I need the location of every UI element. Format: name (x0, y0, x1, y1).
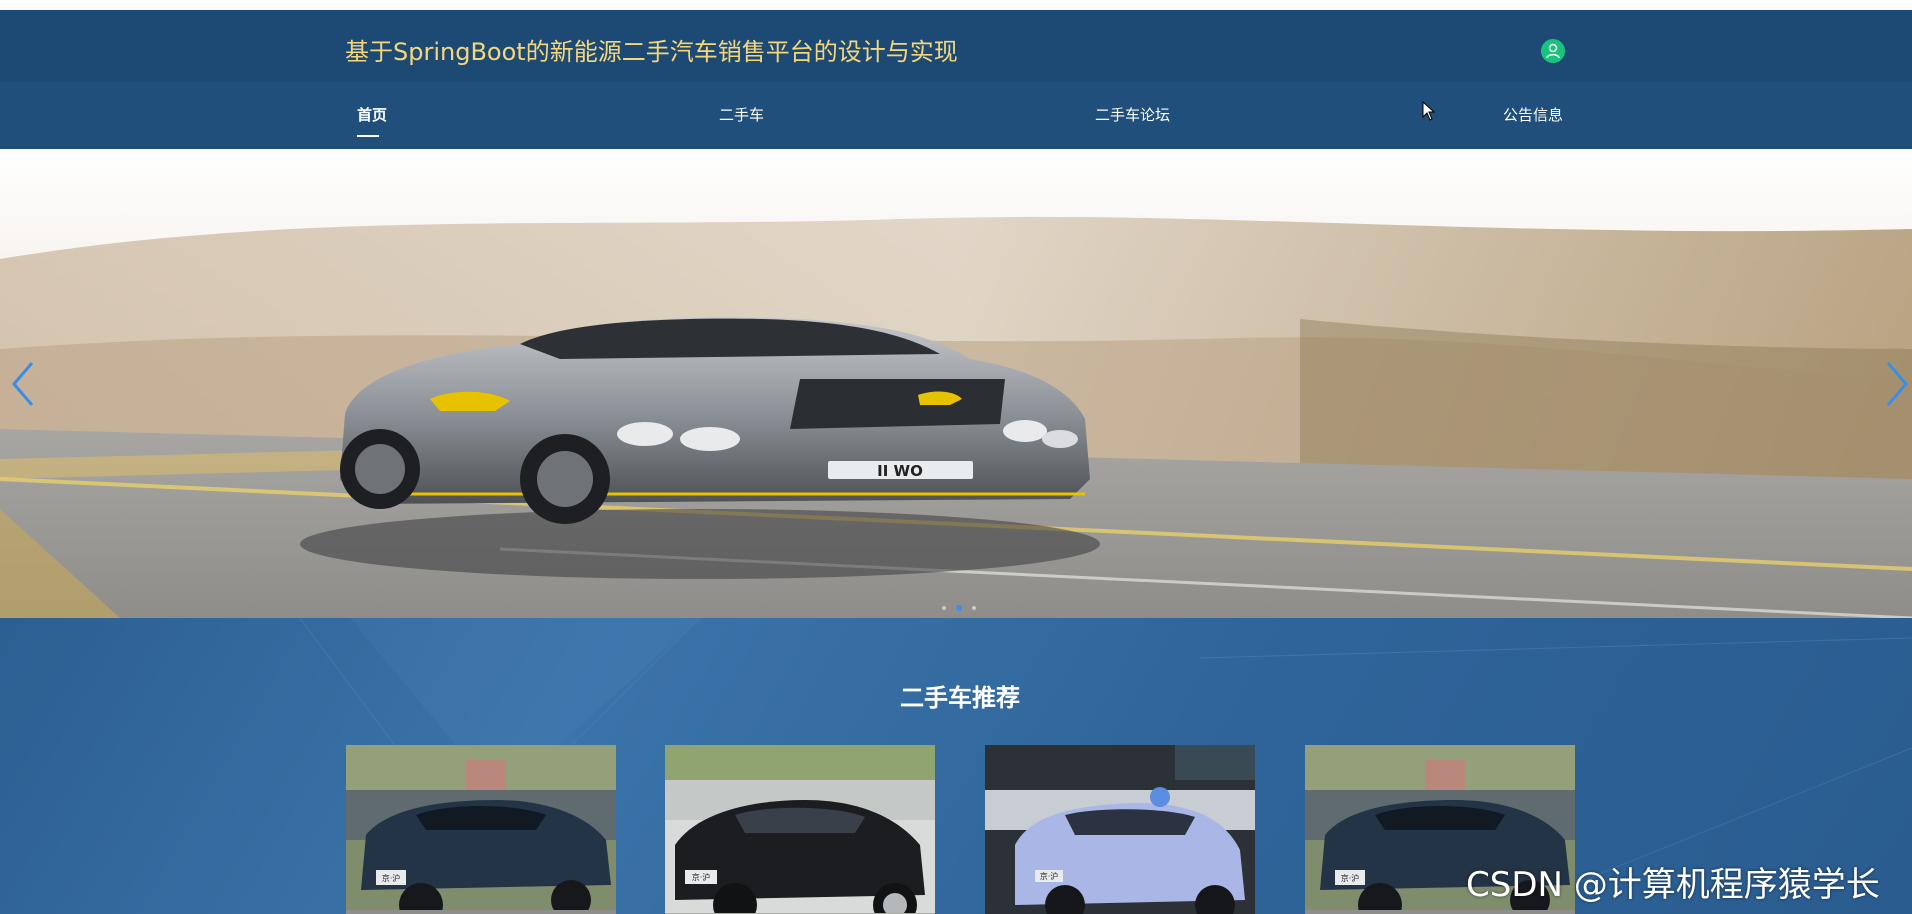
main-nav: 首页 二手车 二手车论坛 公告信息 (0, 82, 1912, 149)
banner-car-image: II WO (0, 149, 1912, 618)
carousel-dot-3[interactable] (972, 606, 976, 610)
nav-item-used-cars[interactable]: 二手车 (719, 104, 764, 125)
card-plate-text: 京·沪 (692, 872, 711, 882)
card-plate-text: 京·沪 (382, 873, 401, 883)
site-title: 基于SpringBoot的新能源二手汽车销售平台的设计与实现 (345, 38, 958, 66)
carousel-prev-button[interactable] (8, 359, 38, 409)
nav-item-forum[interactable]: 二手车论坛 (1095, 104, 1170, 125)
car-thumbnail: 京·沪 (665, 745, 935, 914)
recommend-title: 二手车推荐 (900, 684, 1020, 712)
carousel-indicators (940, 604, 980, 612)
nav-active-indicator (357, 135, 379, 137)
carousel-dot-2[interactable] (956, 605, 962, 611)
nav-item-home[interactable]: 首页 (357, 104, 387, 125)
watermark: CSDN @计算机程序猿学长 (1466, 865, 1880, 905)
page: 基于SpringBoot的新能源二手汽车销售平台的设计与实现 首页 二手车 二手… (0, 0, 1912, 914)
card-plate-text: 京·沪 (1341, 873, 1360, 883)
car-thumbnail: 京·沪 (346, 745, 616, 914)
car-thumbnail: 京·沪 (985, 745, 1255, 914)
top-strip (0, 0, 1912, 10)
car-card[interactable]: 京·沪 (665, 745, 935, 914)
carousel-dot-1[interactable] (942, 606, 946, 610)
chevron-left-icon (12, 362, 34, 406)
mouse-cursor-icon (1422, 100, 1436, 125)
carousel-next-button[interactable] (1882, 359, 1912, 409)
card-plate-text: 京·沪 (1040, 871, 1059, 881)
site-header: 基于SpringBoot的新能源二手汽车销售平台的设计与实现 (0, 10, 1912, 82)
car-card[interactable]: 京·沪 (346, 745, 616, 914)
chevron-right-icon (1886, 362, 1908, 406)
hero-carousel[interactable]: II WO (0, 149, 1912, 618)
nav-item-notices[interactable]: 公告信息 (1503, 104, 1563, 125)
car-card[interactable]: 京·沪 (985, 745, 1255, 914)
user-icon[interactable] (1541, 39, 1565, 63)
banner-plate-text: II WO (877, 462, 923, 480)
